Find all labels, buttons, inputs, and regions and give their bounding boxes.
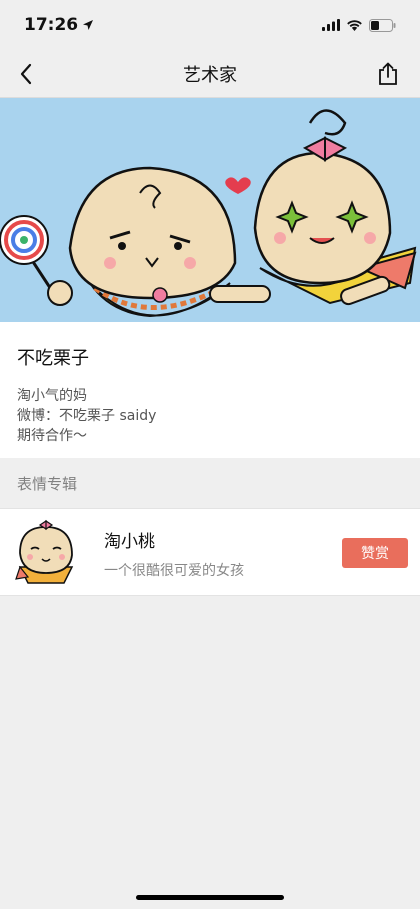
cellular-signal-icon [322,19,340,31]
artist-bio-line: 期待合作～ [17,428,87,444]
page-title: 艺术家 [183,64,237,86]
album-list-item[interactable]: 淘小桃 一个很酷很可爱的女孩 赞赏 [0,508,420,596]
artist-name: 不吃栗子 [17,348,89,369]
home-indicator [136,895,284,900]
share-icon [379,62,397,85]
status-time: 17:26 [24,15,94,35]
nav-bar: 艺术家 [0,50,420,98]
share-button[interactable] [374,60,402,88]
artist-banner [0,98,420,322]
reward-button[interactable]: 赞赏 [342,538,408,568]
battery-icon [369,18,396,32]
status-bar: 17:26 [0,0,420,50]
album-text: 淘小桃 一个很酷很可爱的女孩 [104,527,244,580]
status-time-text: 17:26 [24,15,79,35]
artist-profile: 不吃栗子 淘小气的妈 微博：不吃栗子 saidy 期待合作～ [0,322,420,458]
chevron-left-icon [20,63,32,85]
album-thumbnail [14,517,78,587]
artist-bio-line: 微博：不吃栗子 saidy [17,408,157,424]
banner-illustration [0,109,417,318]
album-title: 淘小桃 [104,532,155,552]
album-description: 一个很酷很可爱的女孩 [104,563,244,579]
artist-bio-line: 淘小气的妈 [17,388,87,404]
sticker-albums-header: 表情专辑 [17,474,78,493]
location-arrow-icon [83,20,94,30]
wifi-icon [347,20,362,31]
status-indicators [322,18,396,32]
back-button[interactable] [12,60,40,88]
